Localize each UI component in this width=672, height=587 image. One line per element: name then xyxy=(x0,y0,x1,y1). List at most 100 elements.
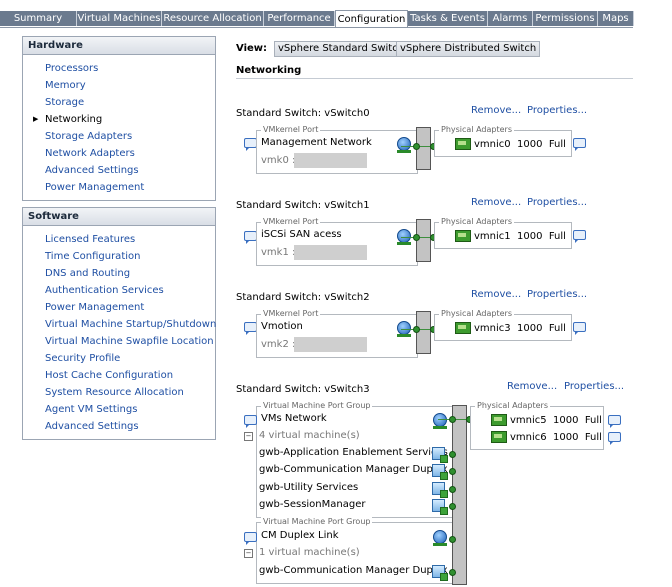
link-dot xyxy=(413,143,420,150)
vswitch2-properties-link[interactable]: Properties... xyxy=(527,289,587,300)
vswitch2-remove-link[interactable]: Remove... xyxy=(471,289,521,300)
tab-alarms[interactable]: Alarms xyxy=(488,11,533,26)
vswitch0-remove-link[interactable]: Remove... xyxy=(471,105,521,116)
link-dot xyxy=(449,536,456,543)
vswitch2-physical-adapters: Physical Adapters vmnic3 1000 Full xyxy=(434,309,572,341)
comment-icon[interactable] xyxy=(608,415,621,428)
sw-time-configuration[interactable]: Time Configuration xyxy=(23,248,215,265)
vmkernel-icon xyxy=(397,321,411,337)
physical-legend: Physical Adapters xyxy=(439,309,514,318)
vm-icon xyxy=(432,499,448,515)
hw-processors[interactable]: Processors xyxy=(23,60,215,77)
sw-agent-vm-settings[interactable]: Agent VM Settings xyxy=(23,401,215,418)
hw-power-management[interactable]: Power Management xyxy=(23,179,215,196)
vswitch2-vmkernel-port: VMkernel Port Vmotion vmk2 : xyxy=(256,309,418,358)
link-dot xyxy=(413,326,420,333)
comment-icon[interactable] xyxy=(244,415,257,428)
link-dot xyxy=(449,569,456,576)
tab-permissions[interactable]: Permissions xyxy=(533,11,598,26)
nic-name[interactable]: vmnic6 xyxy=(510,432,547,443)
nic-icon xyxy=(491,414,507,426)
view-standard-switch-button[interactable]: vSphere Standard Switch xyxy=(274,41,409,57)
port-name[interactable]: iSCSi SAN acess xyxy=(261,229,342,240)
redacted-ip xyxy=(294,337,367,352)
vswitch1-properties-link[interactable]: Properties... xyxy=(527,197,587,208)
portgroup-name[interactable]: CM Duplex Link xyxy=(261,530,339,541)
link-dot xyxy=(449,486,456,493)
vswitch1-vmkernel-port: VMkernel Port iSCSi SAN acess vmk1 : xyxy=(256,217,418,266)
nic-speed: 1000 xyxy=(553,432,579,443)
comment-icon[interactable] xyxy=(608,432,621,445)
tab-bar: Summary Virtual Machines Resource Alloca… xyxy=(0,10,634,28)
tab-virtual-machines[interactable]: Virtual Machines xyxy=(77,11,162,26)
port-name[interactable]: Management Network xyxy=(261,137,372,148)
comment-icon[interactable] xyxy=(573,138,586,151)
vswitch3-remove-link[interactable]: Remove... xyxy=(507,381,557,392)
view-distributed-switch-button[interactable]: vSphere Distributed Switch xyxy=(396,41,541,57)
nic-name[interactable]: vmnic3 xyxy=(474,323,511,334)
hw-network-adapters[interactable]: Network Adapters xyxy=(23,145,215,162)
sw-vm-swapfile-location[interactable]: Virtual Machine Swapfile Location xyxy=(23,333,215,350)
vswitch3-properties-link[interactable]: Properties... xyxy=(564,381,624,392)
nic-icon xyxy=(455,322,471,334)
hw-advanced-settings[interactable]: Advanced Settings xyxy=(23,162,215,179)
vm-row[interactable]: gwb-SessionManager xyxy=(259,499,365,510)
sw-authentication-services[interactable]: Authentication Services xyxy=(23,282,215,299)
vswitch1-title: Standard Switch: vSwitch1 xyxy=(236,200,370,211)
vmkernel-icon xyxy=(397,137,411,153)
nic-name[interactable]: vmnic1 xyxy=(474,231,511,242)
nic-icon xyxy=(455,138,471,150)
hw-storage[interactable]: Storage xyxy=(23,94,215,111)
hardware-title: Hardware xyxy=(23,37,215,55)
tab-maps[interactable]: Maps xyxy=(598,11,634,26)
comment-icon[interactable] xyxy=(573,322,586,335)
sw-power-management[interactable]: Power Management xyxy=(23,299,215,316)
vswitch0-physical-adapters: Physical Adapters vmnic0 1000 Full xyxy=(434,125,572,157)
sw-system-resource-allocation[interactable]: System Resource Allocation xyxy=(23,384,215,401)
comment-icon[interactable] xyxy=(573,230,586,243)
vswitch0-title: Standard Switch: vSwitch0 xyxy=(236,108,370,119)
vmk-label: vmk1 : xyxy=(261,247,296,258)
tab-summary[interactable]: Summary xyxy=(0,11,77,26)
nic-name[interactable]: vmnic5 xyxy=(510,415,547,426)
sw-security-profile[interactable]: Security Profile xyxy=(23,350,215,367)
nic-duplex: Full xyxy=(584,415,602,426)
nic-name[interactable]: vmnic0 xyxy=(474,139,511,150)
vm-network-icon xyxy=(433,413,447,429)
vm-count: 1 virtual machine(s) xyxy=(259,547,360,558)
tab-tasks-events[interactable]: Tasks & Events xyxy=(408,11,488,26)
tab-resource-allocation[interactable]: Resource Allocation xyxy=(162,11,264,26)
hw-networking[interactable]: ▶ Networking xyxy=(23,111,215,128)
section-divider xyxy=(236,78,633,79)
vm-icon xyxy=(432,482,448,498)
sw-licensed-features[interactable]: Licensed Features xyxy=(23,231,215,248)
hw-storage-adapters[interactable]: Storage Adapters xyxy=(23,128,215,145)
sw-dns-routing[interactable]: DNS and Routing xyxy=(23,265,215,282)
vm-row[interactable]: gwb-Utility Services xyxy=(259,482,358,493)
vmkernel-legend: VMkernel Port xyxy=(261,309,321,318)
tab-performance[interactable]: Performance xyxy=(264,11,335,26)
link-dot xyxy=(449,451,456,458)
tab-configuration[interactable]: Configuration xyxy=(335,10,408,28)
vm-row[interactable]: gwb-Application Enablement Services xyxy=(259,447,448,458)
vswitch1-remove-link[interactable]: Remove... xyxy=(471,197,521,208)
port-name[interactable]: Vmotion xyxy=(261,321,303,332)
vmpg-legend: Virtual Machine Port Group xyxy=(261,517,373,526)
vswitch2-title: Standard Switch: vSwitch2 xyxy=(236,292,370,303)
portgroup-name[interactable]: VMs Network xyxy=(261,413,327,424)
hw-memory[interactable]: Memory xyxy=(23,77,215,94)
collapse-icon[interactable]: − xyxy=(244,432,253,441)
link-dot xyxy=(449,468,456,475)
sw-vm-startup-shutdown[interactable]: Virtual Machine Startup/Shutdown xyxy=(23,316,216,333)
nic-duplex: Full xyxy=(548,323,566,334)
link-dot xyxy=(449,416,456,423)
comment-icon[interactable] xyxy=(244,532,257,545)
vswitch0-properties-link[interactable]: Properties... xyxy=(527,105,587,116)
sw-host-cache-configuration[interactable]: Host Cache Configuration xyxy=(23,367,215,384)
vm-row[interactable]: gwb-Communication Manager Duplex xyxy=(259,464,448,475)
sw-advanced-settings[interactable]: Advanced Settings xyxy=(23,418,215,435)
hw-networking-label: Networking xyxy=(45,114,103,125)
vm-row[interactable]: gwb-Communication Manager Duplex xyxy=(259,565,448,576)
link-dot xyxy=(413,234,420,241)
collapse-icon[interactable]: − xyxy=(244,549,253,558)
